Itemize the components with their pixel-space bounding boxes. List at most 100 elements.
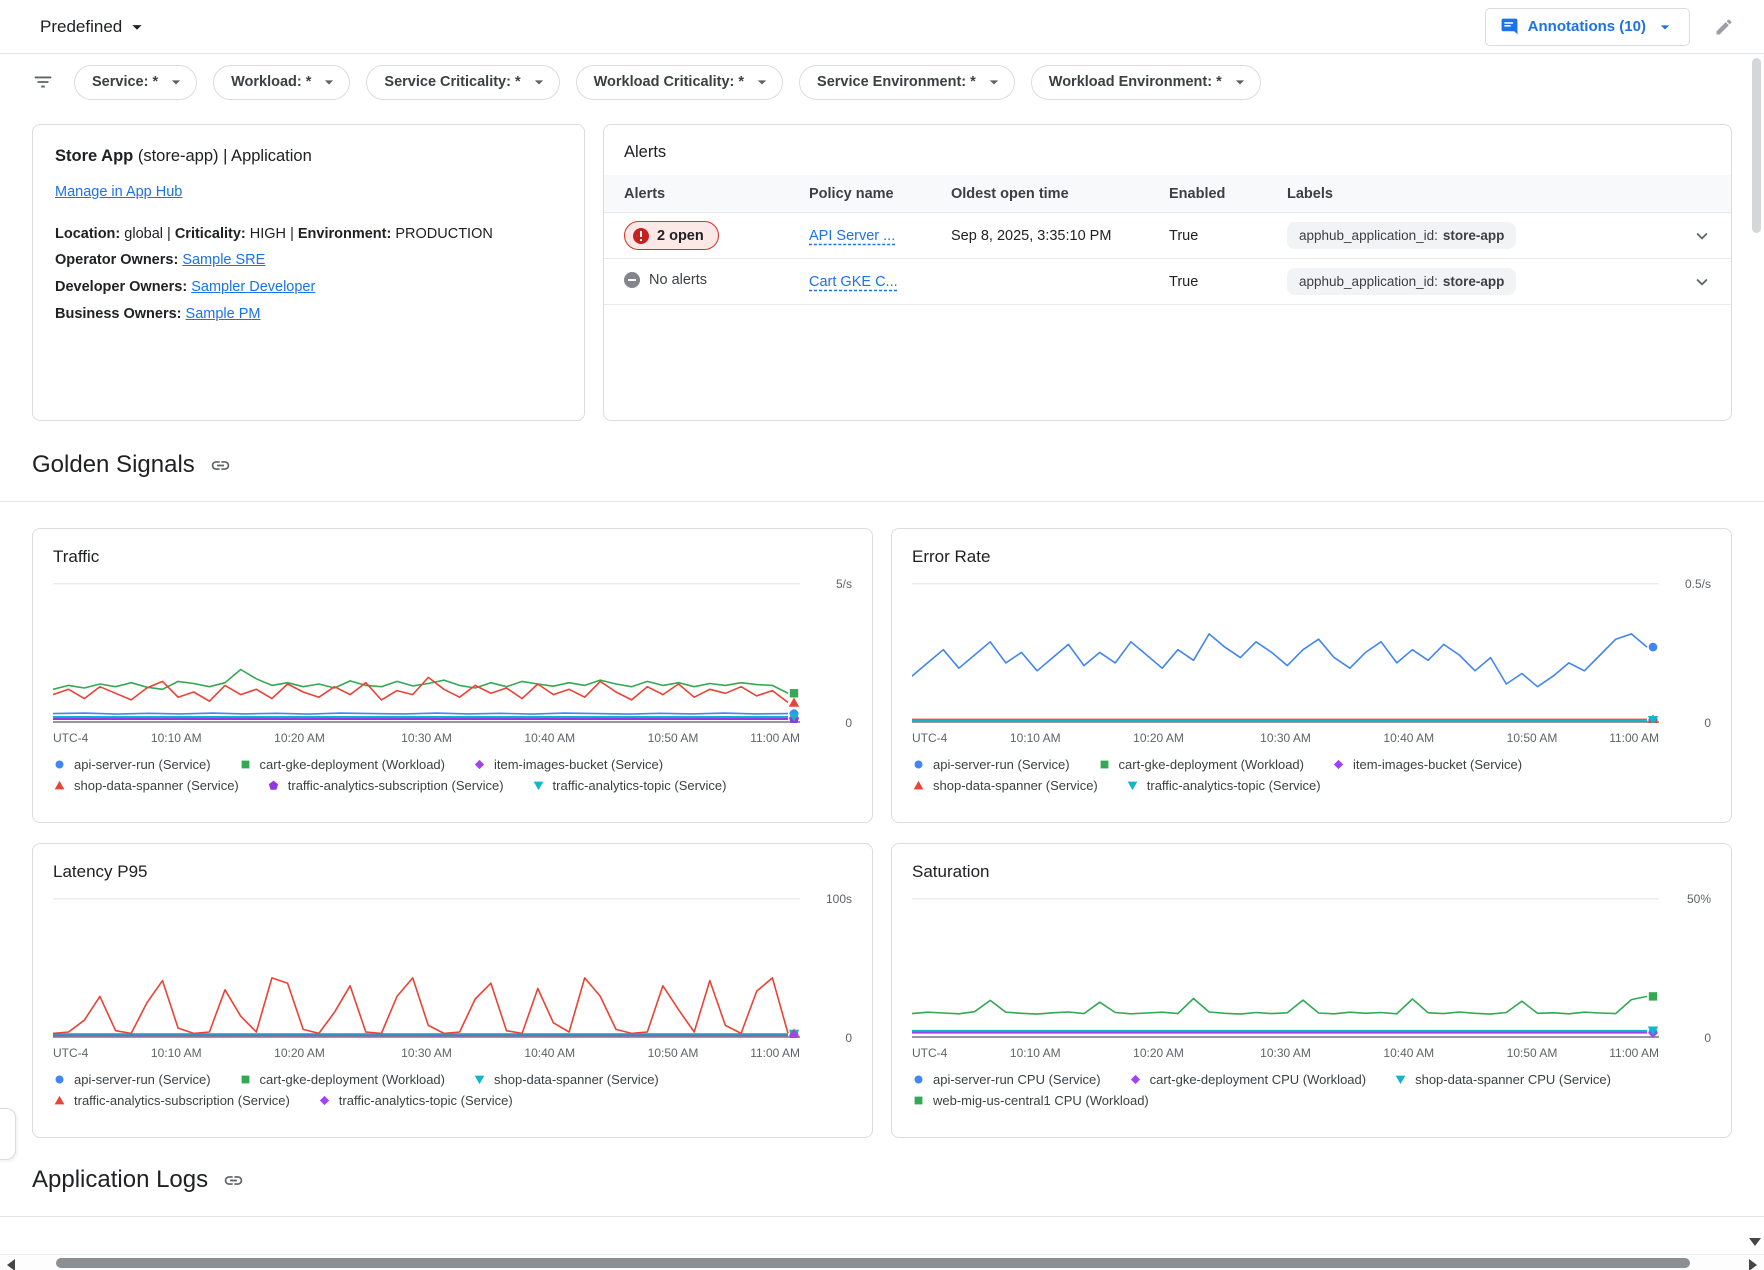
top-bar: Predefined Annotations (10) xyxy=(0,0,1764,54)
x-axis-label: 10:50 AM xyxy=(1507,731,1558,745)
filter-chip-service-environment[interactable]: Service Environment: * xyxy=(799,65,1015,100)
filter-chip-service-criticality[interactable]: Service Criticality: * xyxy=(366,65,559,100)
col-header-policy-name: Policy name xyxy=(809,186,951,202)
square-marker-icon xyxy=(239,758,252,771)
legend-item[interactable]: item-images-bucket (Service) xyxy=(1332,757,1522,772)
square-marker-icon xyxy=(1098,758,1111,771)
legend-item[interactable]: cart-gke-deployment (Workload) xyxy=(1098,757,1304,772)
x-axis: UTC-410:10 AM10:20 AM10:30 AM10:40 AM10:… xyxy=(912,1042,1659,1062)
edit-icon[interactable] xyxy=(1714,17,1734,37)
x-axis-label: 10:10 AM xyxy=(1010,1046,1061,1060)
alerts-card-title: Alerts xyxy=(624,143,1711,162)
filter-icon xyxy=(32,71,54,93)
chevron-down-icon xyxy=(319,72,339,92)
scroll-right-arrow[interactable] xyxy=(1749,1259,1757,1270)
square-marker-icon xyxy=(912,1094,925,1107)
chevron-down-icon xyxy=(1655,17,1675,37)
legend-item[interactable]: traffic-analytics-topic (Service) xyxy=(1126,778,1321,793)
legend-item[interactable]: traffic-analytics-subscription (Service) xyxy=(267,778,504,793)
vertical-scrollbar-thumb[interactable] xyxy=(1752,58,1761,233)
diamond-marker-icon xyxy=(1332,758,1345,771)
x-axis-label: UTC-4 xyxy=(912,731,947,745)
expand-row-icon[interactable] xyxy=(1673,271,1731,293)
legend-item[interactable]: api-server-run (Service) xyxy=(53,1072,211,1087)
x-axis-label: 10:20 AM xyxy=(274,731,325,745)
x-axis-label: 10:40 AM xyxy=(1383,731,1434,745)
manage-in-app-hub-link[interactable]: Manage in App Hub xyxy=(55,184,182,200)
chart-legend: api-server-run (Service) cart-gke-deploym… xyxy=(912,757,1711,793)
horizontal-scrollbar-thumb[interactable] xyxy=(56,1258,1690,1268)
chart-title: Error Rate xyxy=(912,547,1711,567)
vertical-scrollbar[interactable] xyxy=(1748,0,1764,1254)
legend-item[interactable]: api-server-run (Service) xyxy=(53,757,211,772)
link-icon[interactable] xyxy=(210,455,231,476)
legend-item[interactable]: shop-data-spanner (Service) xyxy=(473,1072,659,1087)
label-chip[interactable]: apphub_application_id: store-app xyxy=(1287,268,1516,295)
expand-row-icon[interactable] xyxy=(1673,225,1731,247)
operator-owner-link[interactable]: Sample SRE xyxy=(182,252,265,268)
no-alerts-status: No alerts xyxy=(624,272,707,288)
x-axis-label: 10:50 AM xyxy=(648,1046,699,1060)
legend-item[interactable]: shop-data-spanner (Service) xyxy=(53,778,239,793)
monitoring-dashboard: Predefined Annotations (10) Service xyxy=(0,0,1764,1270)
legend-item[interactable]: api-server-run CPU (Service) xyxy=(912,1072,1101,1087)
legend-item[interactable]: cart-gke-deployment (Workload) xyxy=(239,757,445,772)
legend-item[interactable]: traffic-analytics-subscription (Service) xyxy=(53,1093,290,1108)
scroll-down-arrow[interactable] xyxy=(1749,1238,1761,1246)
link-icon[interactable] xyxy=(223,1170,244,1191)
alert-row[interactable]: 2 open API Server ... Sep 8, 2025, 3:35:… xyxy=(604,213,1731,259)
x-axis-label: 10:10 AM xyxy=(151,731,202,745)
chevron-down-icon xyxy=(984,72,1004,92)
scroll-left-arrow[interactable] xyxy=(7,1259,15,1270)
circle-marker-icon xyxy=(912,1073,925,1086)
no-alerts-icon xyxy=(624,272,640,288)
legend-item[interactable]: traffic-analytics-topic (Service) xyxy=(532,778,727,793)
x-axis-label: 10:20 AM xyxy=(1133,1046,1184,1060)
triangle-down-marker-icon xyxy=(532,779,545,792)
legend-item[interactable]: traffic-analytics-topic (Service) xyxy=(318,1093,513,1108)
alert-row[interactable]: No alerts Cart GKE C... True apphub_appl… xyxy=(604,259,1731,305)
legend-item[interactable]: item-images-bucket (Service) xyxy=(473,757,663,772)
policy-link[interactable]: API Server ... xyxy=(809,228,895,244)
filter-chip-workload-criticality[interactable]: Workload Criticality: * xyxy=(576,65,783,100)
chart-title: Traffic xyxy=(53,547,852,567)
view-selector-dropdown[interactable]: Predefined xyxy=(40,16,148,38)
legend-item[interactable]: cart-gke-deployment CPU (Workload) xyxy=(1129,1072,1367,1087)
horizontal-scrollbar[interactable] xyxy=(0,1254,1764,1270)
legend-item[interactable]: api-server-run (Service) xyxy=(912,757,1070,772)
y-axis-zero-label: 0 xyxy=(1704,716,1711,730)
col-header-oldest-open-time: Oldest open time xyxy=(951,186,1169,202)
alerts-table-header: Alerts Policy name Oldest open time Enab… xyxy=(604,175,1731,213)
policy-link[interactable]: Cart GKE C... xyxy=(809,274,898,290)
legend-item[interactable]: shop-data-spanner CPU (Service) xyxy=(1394,1072,1611,1087)
legend-item[interactable]: shop-data-spanner (Service) xyxy=(912,778,1098,793)
legend-item[interactable]: cart-gke-deployment (Workload) xyxy=(239,1072,445,1087)
chevron-down-icon xyxy=(529,72,549,92)
business-owner-link[interactable]: Sample PM xyxy=(186,306,261,322)
section-title: Golden Signals xyxy=(32,451,195,479)
x-axis: UTC-410:10 AM10:20 AM10:30 AM10:40 AM10:… xyxy=(53,727,800,747)
triangle-up-marker-icon xyxy=(53,779,66,792)
x-axis-label: 10:10 AM xyxy=(151,1046,202,1060)
x-axis-label: 10:40 AM xyxy=(1383,1046,1434,1060)
side-panel-toggle[interactable] xyxy=(0,1108,16,1160)
filter-chip-service[interactable]: Service: * xyxy=(74,65,197,100)
annotation-icon xyxy=(1500,17,1519,36)
x-axis-label: 11:00 AM xyxy=(750,731,800,745)
saturation-chart xyxy=(912,898,1659,1038)
legend-item[interactable]: web-mig-us-central1 CPU (Workload) xyxy=(912,1093,1149,1108)
x-axis: UTC-410:10 AM10:20 AM10:30 AM10:40 AM10:… xyxy=(53,1042,800,1062)
golden-signals-header: Golden Signals xyxy=(0,421,1764,502)
operator-owners: Operator Owners: Sample SRE xyxy=(55,248,562,273)
x-axis-label: 11:00 AM xyxy=(750,1046,800,1060)
filter-chip-workload[interactable]: Workload: * xyxy=(213,65,350,100)
developer-owner-link[interactable]: Sampler Developer xyxy=(191,279,315,295)
square-marker-icon xyxy=(239,1073,252,1086)
chart-legend: api-server-run (Service) cart-gke-deploym… xyxy=(53,1072,852,1108)
application-title: Store App (store-app) | Application xyxy=(55,147,562,166)
filter-chip-workload-environment[interactable]: Workload Environment: * xyxy=(1031,65,1261,100)
label-chip[interactable]: apphub_application_id: store-app xyxy=(1287,222,1516,249)
open-alerts-badge[interactable]: 2 open xyxy=(624,221,719,250)
annotations-button[interactable]: Annotations (10) xyxy=(1485,8,1690,46)
golden-signals-charts: Traffic 5/s 0 UTC-410:10 AM10:20 AM10:30… xyxy=(32,528,1732,1138)
